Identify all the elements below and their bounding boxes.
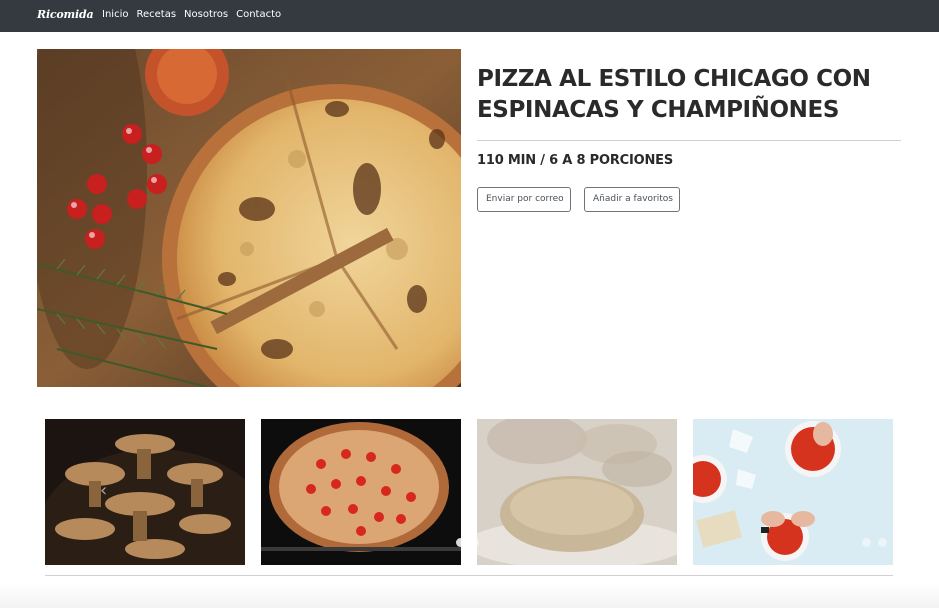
navbar: Ricomida Inicio Recetas Nosotros Contact…: [0, 0, 939, 32]
carousel-indicator-3[interactable]: [862, 538, 871, 547]
nav-link-nosotros[interactable]: Nosotros: [184, 9, 228, 20]
pizza-photo: [37, 49, 461, 387]
carousel-indicator-4[interactable]: [878, 538, 887, 547]
hero-pizza-image: [37, 49, 461, 387]
footer-shadow: [0, 582, 939, 608]
title-divider: [477, 140, 901, 141]
carousel-indicator-2[interactable]: [470, 538, 479, 547]
nav-link-contacto[interactable]: Contacto: [236, 9, 281, 20]
nav-links: Inicio Recetas Nosotros Contacto: [102, 9, 281, 20]
carousel-image-pizza[interactable]: [261, 419, 461, 565]
recipe-title: PIZZA AL ESTILO CHICAGO CON ESPINACAS Y …: [477, 66, 871, 123]
image-carousel: [45, 419, 893, 565]
carousel-image-dough[interactable]: [477, 419, 677, 565]
carousel-divider: [45, 575, 893, 576]
send-email-button[interactable]: Enviar por correo: [477, 187, 571, 212]
nav-link-inicio[interactable]: Inicio: [102, 9, 128, 20]
carousel-prev-icon[interactable]: ‹: [100, 480, 107, 501]
recipe-meta: 110 MIN / 6 A 8 PORCIONES: [477, 153, 673, 168]
nav-link-recetas[interactable]: Recetas: [136, 9, 176, 20]
add-favorites-button[interactable]: Añadir a favoritos: [584, 187, 680, 212]
brand-logo[interactable]: Ricomida: [37, 8, 94, 21]
carousel-indicator-1[interactable]: [456, 538, 465, 547]
carousel-image-mushrooms[interactable]: [45, 419, 245, 565]
